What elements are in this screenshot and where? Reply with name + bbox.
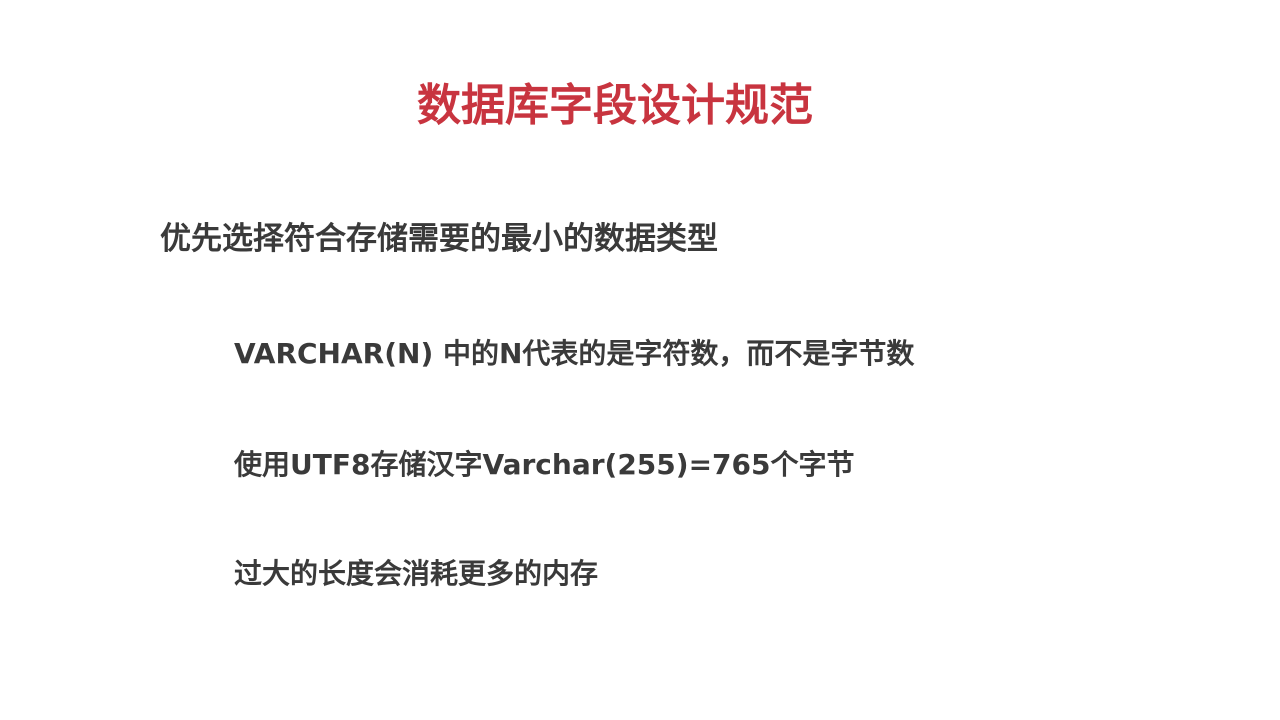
slide-title: 数据库字段设计规范 [417,80,813,131]
sub-point-utf8-bytes: 使用UTF8存储汉字Varchar(255)=765个字节 [234,448,855,481]
slide: 数据库字段设计规范 优先选择符合存储需要的最小的数据类型 VARCHAR(N) … [0,0,1280,720]
sub-point-varchar-n: VARCHAR(N) 中的N代表的是字符数，而不是字节数 [234,337,915,370]
sub-point-memory: 过大的长度会消耗更多的内存 [234,557,599,590]
main-point: 优先选择符合存储需要的最小的数据类型 [160,221,718,257]
